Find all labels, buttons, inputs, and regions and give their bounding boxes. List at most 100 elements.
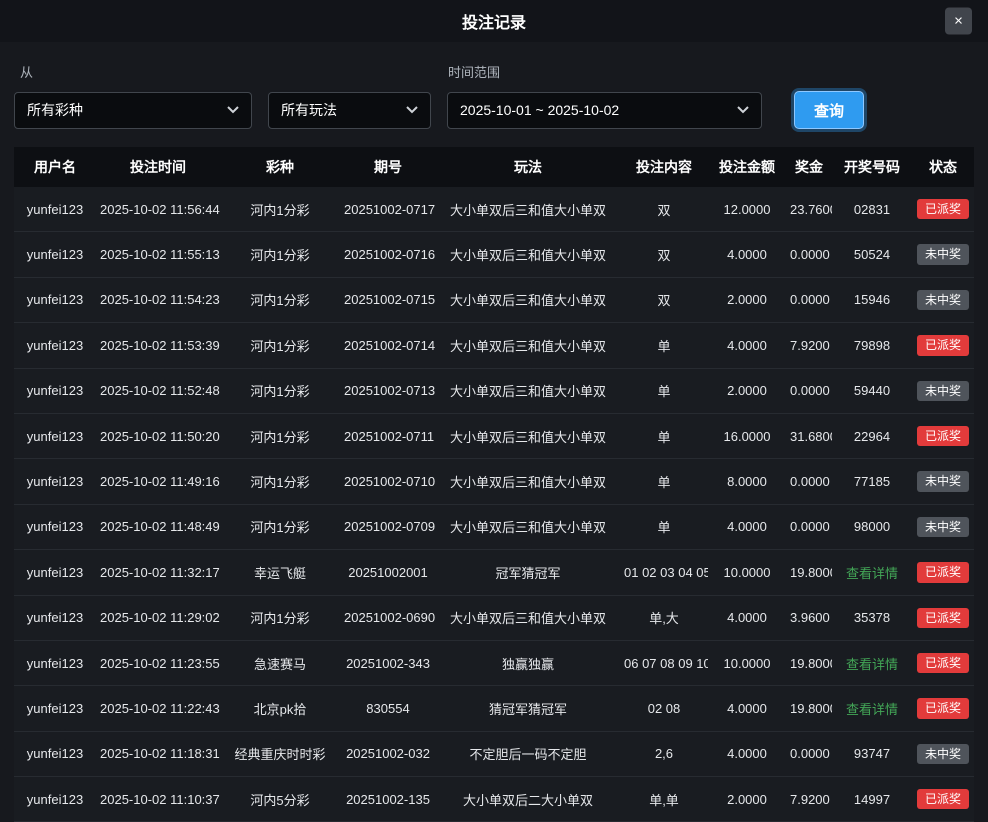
bet-amount-cell: 4.0000 <box>708 686 786 731</box>
table-row: yunfei1232025-10-02 11:10:37河内5分彩2025100… <box>14 777 974 822</box>
bet-content-cell: 双 <box>620 277 708 322</box>
issue-number-cell: 20251002-0715 <box>340 277 436 322</box>
username-cell: yunfei123 <box>14 413 96 458</box>
draw-numbers-cell: 59440 <box>832 368 912 413</box>
prize-cell: 0.0000 <box>786 731 832 776</box>
time-range-label: 时间范围 <box>448 62 500 81</box>
prize-cell: 0.0000 <box>786 368 832 413</box>
bet-content-cell: 单 <box>620 504 708 549</box>
lottery-type-cell: 河内1分彩 <box>220 187 340 232</box>
issue-number-cell: 20251002-343 <box>340 640 436 685</box>
lottery-type-cell: 北京pk拾 <box>220 686 340 731</box>
bet-records-table: 用户名 投注时间 彩种 期号 玩法 投注内容 投注金额 奖金 开奖号码 状态 y… <box>14 147 974 822</box>
play-method-select[interactable]: 所有玩法 <box>268 92 431 129</box>
bet-content-cell: 02 08 <box>620 686 708 731</box>
draw-numbers-cell: 02831 <box>832 187 912 232</box>
prize-cell: 0.0000 <box>786 232 832 277</box>
bet-content-cell: 单 <box>620 368 708 413</box>
bet-content-cell: 双 <box>620 187 708 232</box>
play-method-cell: 大小单双后三和值大小单双 <box>436 232 620 277</box>
chevron-down-icon <box>227 106 239 114</box>
bet-content-cell: 01 02 03 04 05 <box>620 550 708 595</box>
col-status: 状态 <box>912 147 974 187</box>
issue-number-cell: 20251002-0710 <box>340 459 436 504</box>
chevron-down-icon <box>406 106 418 114</box>
lottery-type-select[interactable]: 所有彩种 <box>14 92 252 129</box>
bet-content-cell: 单 <box>620 413 708 458</box>
modal-header: 投注记录 × <box>0 0 988 42</box>
prize-cell: 19.8000 <box>786 686 832 731</box>
bet-time-cell: 2025-10-02 11:50:20 <box>96 413 220 458</box>
table-row: yunfei1232025-10-02 11:52:48河内1分彩2025100… <box>14 368 974 413</box>
bet-time-cell: 2025-10-02 11:23:55 <box>96 640 220 685</box>
view-details-link[interactable]: 查看详情 <box>846 566 898 581</box>
username-cell: yunfei123 <box>14 459 96 504</box>
bet-time-cell: 2025-10-02 11:22:43 <box>96 686 220 731</box>
draw-numbers-cell: 22964 <box>832 413 912 458</box>
username-cell: yunfei123 <box>14 731 96 776</box>
filter-bar: 从 时间范围 所有彩种 所有玩法 2025-10-01 ~ 2025-10-02 <box>0 42 988 147</box>
status-cell: 已派奖 <box>912 323 974 368</box>
bet-time-cell: 2025-10-02 11:32:17 <box>96 550 220 595</box>
status-badge: 已派奖 <box>917 426 969 446</box>
draw-numbers-cell: 14997 <box>832 777 912 822</box>
bet-amount-cell: 16.0000 <box>708 413 786 458</box>
play-method-cell: 猜冠军猜冠军 <box>436 686 620 731</box>
issue-number-cell: 20251002001 <box>340 550 436 595</box>
page-title: 投注记录 <box>462 9 526 33</box>
status-cell: 已派奖 <box>912 595 974 640</box>
query-button[interactable]: 查询 <box>794 91 864 129</box>
username-cell: yunfei123 <box>14 504 96 549</box>
lottery-type-cell: 河内1分彩 <box>220 368 340 413</box>
status-cell: 已派奖 <box>912 640 974 685</box>
table-row: yunfei1232025-10-02 11:50:20河内1分彩2025100… <box>14 413 974 458</box>
col-username: 用户名 <box>14 147 96 187</box>
table-row: yunfei1232025-10-02 11:48:49河内1分彩2025100… <box>14 504 974 549</box>
draw-numbers-cell: 98000 <box>832 504 912 549</box>
play-method-cell: 独赢独赢 <box>436 640 620 685</box>
bet-amount-cell: 4.0000 <box>708 504 786 549</box>
lottery-type-cell: 河内1分彩 <box>220 413 340 458</box>
issue-number-cell: 20251002-0717 <box>340 187 436 232</box>
prize-cell: 7.9200 <box>786 323 832 368</box>
lottery-type-cell: 经典重庆时时彩 <box>220 731 340 776</box>
date-range-select[interactable]: 2025-10-01 ~ 2025-10-02 <box>447 92 762 129</box>
prize-cell: 0.0000 <box>786 277 832 322</box>
bet-amount-cell: 2.0000 <box>708 368 786 413</box>
status-cell: 已派奖 <box>912 686 974 731</box>
draw-numbers-cell: 93747 <box>832 731 912 776</box>
draw-numbers-cell: 35378 <box>832 595 912 640</box>
table-header: 用户名 投注时间 彩种 期号 玩法 投注内容 投注金额 奖金 开奖号码 状态 <box>14 147 974 187</box>
username-cell: yunfei123 <box>14 777 96 822</box>
col-bet-content: 投注内容 <box>620 147 708 187</box>
status-cell: 未中奖 <box>912 459 974 504</box>
prize-cell: 0.0000 <box>786 459 832 504</box>
table-row: yunfei1232025-10-02 11:22:43北京pk拾830554猜… <box>14 686 974 731</box>
bet-time-cell: 2025-10-02 11:10:37 <box>96 777 220 822</box>
play-method-cell: 大小单双后三和值大小单双 <box>436 277 620 322</box>
status-cell: 未中奖 <box>912 504 974 549</box>
prize-cell: 31.6800 <box>786 413 832 458</box>
bet-amount-cell: 10.0000 <box>708 640 786 685</box>
play-method-cell: 大小单双后三和值大小单双 <box>436 459 620 504</box>
prize-cell: 19.8000 <box>786 550 832 595</box>
col-issue-number: 期号 <box>340 147 436 187</box>
bet-amount-cell: 12.0000 <box>708 187 786 232</box>
lottery-type-cell: 河内1分彩 <box>220 277 340 322</box>
view-details-link[interactable]: 查看详情 <box>846 702 898 717</box>
view-details-link[interactable]: 查看详情 <box>846 657 898 672</box>
status-badge: 已派奖 <box>917 653 969 673</box>
bet-amount-cell: 2.0000 <box>708 277 786 322</box>
draw-numbers-cell: 查看详情 <box>832 550 912 595</box>
issue-number-cell: 20251002-0716 <box>340 232 436 277</box>
lottery-type-cell: 急速赛马 <box>220 640 340 685</box>
col-play-method: 玩法 <box>436 147 620 187</box>
status-badge: 未中奖 <box>917 471 969 491</box>
close-button[interactable]: × <box>945 8 972 35</box>
bet-time-cell: 2025-10-02 11:49:16 <box>96 459 220 504</box>
lottery-type-select-value: 所有彩种 <box>27 100 83 120</box>
bet-content-cell: 单,大 <box>620 595 708 640</box>
status-badge: 已派奖 <box>917 608 969 628</box>
bet-content-cell: 双 <box>620 232 708 277</box>
play-method-cell: 冠军猜冠军 <box>436 550 620 595</box>
